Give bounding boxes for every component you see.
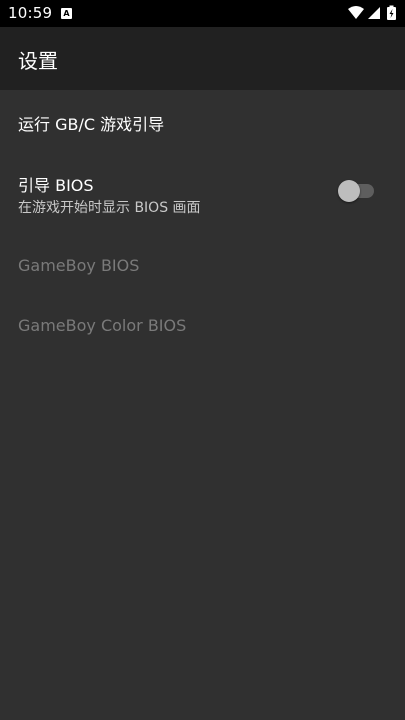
status-bar: 10:59 A [0,0,405,27]
status-icons [348,5,396,20]
boot-bios-toggle[interactable] [338,179,376,203]
notification-icon: A [61,8,72,19]
cellular-icon [368,7,380,19]
pref-gameboy-color-bios: GameBoy Color BIOS [0,294,405,354]
pref-gameboy-bios: GameBoy BIOS [0,234,405,294]
wifi-icon [348,6,364,19]
pref-title: 引导 BIOS [18,176,94,195]
battery-icon [387,5,396,20]
pref-run-gbc-boot[interactable]: 运行 GB/C 游戏引导 [0,90,405,154]
app-bar: 设置 [0,27,405,90]
pref-summary: 在游戏开始时显示 BIOS 画面 [18,200,201,216]
pref-boot-bios[interactable]: 引导 BIOS 在游戏开始时显示 BIOS 画面 [0,154,405,224]
status-time: 10:59 [8,4,53,22]
pref-title: 运行 GB/C 游戏引导 [18,115,165,134]
pref-title: GameBoy Color BIOS [18,316,187,335]
page-title: 设置 [18,49,58,73]
pref-title: GameBoy BIOS [18,256,140,275]
switch-thumb [338,180,360,202]
